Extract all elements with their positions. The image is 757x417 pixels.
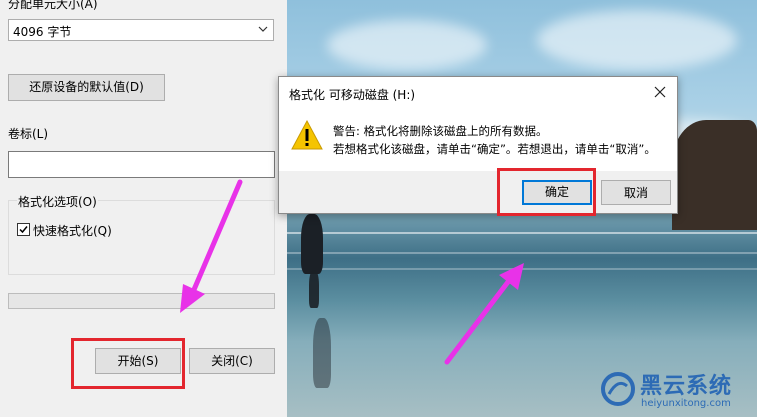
watermark-url: heiyunxitong.com	[641, 398, 731, 409]
arrow-to-start-icon	[180, 179, 243, 313]
arrow-to-ok-icon	[444, 263, 524, 365]
heiyun-logo-icon	[601, 372, 635, 406]
watermark-title: 黑云系统	[640, 374, 733, 399]
annotation-arrows	[180, 179, 524, 365]
